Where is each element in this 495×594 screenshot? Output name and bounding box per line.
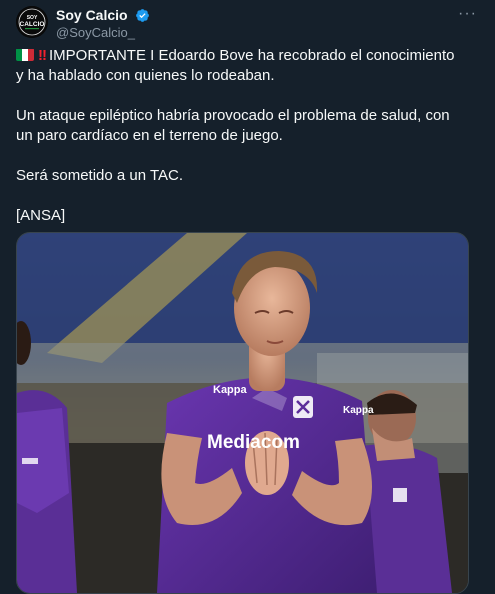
photo-player-icon: Mediacom Kappa Kappa	[17, 233, 468, 593]
tweet-line-3: Será sometido a un TAC.	[16, 167, 184, 184]
tweet-line-1: IMPORTANTE I Edoardo Bove ha recobrado e…	[16, 47, 459, 84]
avatar-text-main: CALCIO	[20, 21, 45, 28]
soycalcio-logo-icon: SOY CALCIO	[16, 6, 48, 38]
verified-badge-icon	[136, 8, 149, 22]
author-handle[interactable]: @SoyCalcio_	[56, 24, 150, 42]
jersey-sponsor-text: Mediacom	[207, 432, 300, 453]
jersey-brand-text-right: Kappa	[343, 405, 374, 416]
italy-flag-icon	[16, 48, 34, 61]
tweet-line-2: Un ataque epiléptico habría provocado el…	[16, 107, 454, 144]
tweet-text: !! IMPORTANTE I Edoardo Bove ha recobrado…	[16, 46, 456, 246]
more-horizontal-icon[interactable]: ···	[458, 6, 477, 22]
tweet-line-4: [ANSA]	[16, 207, 66, 224]
jersey-brand-text-left: Kappa	[213, 384, 248, 396]
tweet-card[interactable]: SOY CALCIO Soy Calcio @SoyCalcio_ ··· !!…	[0, 0, 495, 594]
double-exclamation-icon: !!	[38, 47, 47, 64]
tweet-photo[interactable]: Mediacom Kappa Kappa	[16, 232, 469, 594]
tweet-header: SOY CALCIO Soy Calcio @SoyCalcio_ ···	[16, 6, 479, 42]
author-names: Soy Calcio @SoyCalcio_	[56, 6, 150, 42]
tweet-paragraph-1: !! IMPORTANTE I Edoardo Bove ha recobrado…	[16, 46, 456, 86]
avatar[interactable]: SOY CALCIO	[16, 6, 48, 38]
author-display-name[interactable]: Soy Calcio	[56, 6, 128, 24]
